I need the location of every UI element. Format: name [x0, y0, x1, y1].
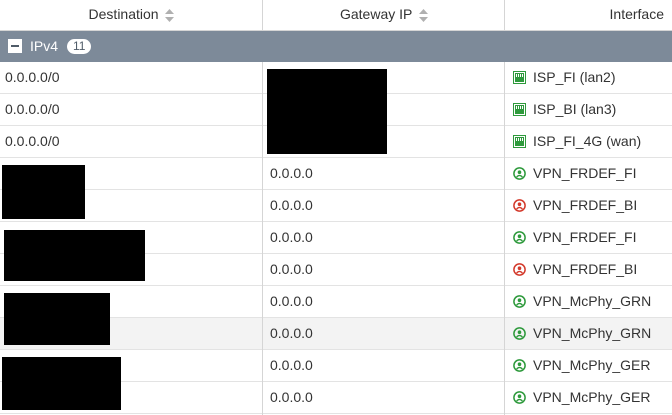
column-divider	[262, 62, 263, 415]
column-divider	[262, 0, 263, 30]
collapse-icon[interactable]	[8, 39, 22, 53]
interface-cell: VPN_McPhy_GER	[513, 382, 650, 413]
column-header-interface-label: Interface	[609, 6, 664, 22]
interface-label: VPN_McPhy_GRN	[533, 293, 652, 309]
vpn-tunnel-down-icon	[513, 262, 526, 276]
gateway-cell: 0.0.0.0	[270, 325, 313, 341]
column-header-gateway-label: Gateway IP	[339, 6, 413, 22]
interface-cell: VPN_McPhy_GRN	[513, 286, 651, 317]
destination-cell: 0.0.0.0/0	[5, 133, 60, 149]
vpn-tunnel-up-icon	[513, 166, 526, 180]
group-header-ipv4[interactable]: IPv4 11	[0, 31, 672, 62]
destination-cell: 0.0.0.0/0	[5, 69, 60, 85]
interface-label: VPN_McPhy_GRN	[533, 325, 652, 341]
vpn-tunnel-up-icon	[513, 230, 526, 244]
gateway-cell: 0.0.0.0	[270, 357, 313, 373]
interface-label: ISP_FI (lan2)	[533, 69, 616, 85]
group-name: IPv4	[30, 38, 59, 54]
interface-cell: VPN_McPhy_GER	[513, 350, 650, 381]
destination-cell: 0.0.0.0/0	[5, 101, 60, 117]
interface-cell: VPN_FRDEF_FI	[513, 222, 636, 253]
interface-cell: VPN_FRDEF_FI	[513, 158, 636, 189]
redacted-block	[4, 230, 145, 281]
interface-cell: ISP_FI_4G (wan)	[513, 126, 641, 157]
port-icon	[513, 102, 526, 116]
gateway-cell: 0.0.0.0	[270, 261, 313, 277]
redacted-block	[2, 357, 121, 410]
vpn-tunnel-up-icon	[513, 326, 526, 340]
interface-cell: VPN_FRDEF_BI	[513, 254, 637, 285]
table-row[interactable]: 0.0.0.0 VPN_FRDEF_FI	[0, 158, 672, 190]
column-header-gateway[interactable]: Gateway IP	[263, 0, 505, 30]
vpn-tunnel-up-icon	[513, 390, 526, 404]
vpn-tunnel-down-icon	[513, 198, 526, 212]
redacted-block	[4, 293, 110, 345]
interface-label: ISP_BI (lan3)	[533, 101, 617, 117]
interface-label: VPN_McPhy_GER	[533, 389, 651, 405]
interface-cell: VPN_FRDEF_BI	[513, 190, 637, 221]
gateway-cell: 0.0.0.0	[270, 165, 313, 181]
gateway-cell: 0.0.0.0	[270, 389, 313, 405]
port-icon	[513, 134, 526, 148]
redacted-block	[267, 69, 387, 154]
table-header: Destination Gateway IP Interface	[0, 0, 672, 31]
column-divider	[504, 62, 505, 415]
vpn-tunnel-up-icon	[513, 294, 526, 308]
group-count-badge: 11	[67, 39, 92, 54]
redacted-block	[2, 165, 85, 219]
column-header-destination-label: Destination	[88, 6, 159, 22]
interface-label: VPN_FRDEF_FI	[533, 229, 637, 245]
interface-cell: VPN_McPhy_GRN	[513, 318, 651, 349]
interface-cell: ISP_FI (lan2)	[513, 62, 615, 93]
column-divider	[504, 0, 505, 30]
gateway-cell: 0.0.0.0	[270, 229, 313, 245]
interface-label: VPN_FRDEF_FI	[533, 165, 637, 181]
interface-label: VPN_FRDEF_BI	[533, 261, 638, 277]
gateway-cell: 0.0.0.0	[270, 197, 313, 213]
interface-label: VPN_FRDEF_BI	[533, 197, 638, 213]
sort-icon[interactable]	[419, 8, 428, 22]
port-icon	[513, 70, 526, 84]
column-header-destination[interactable]: Destination	[0, 0, 263, 30]
interface-label: VPN_McPhy_GER	[533, 357, 651, 373]
interface-cell: ISP_BI (lan3)	[513, 94, 616, 125]
vpn-tunnel-up-icon	[513, 358, 526, 372]
sort-icon[interactable]	[165, 8, 175, 22]
column-header-interface[interactable]: Interface	[505, 0, 672, 30]
interface-label: ISP_FI_4G (wan)	[533, 133, 642, 149]
gateway-cell: 0.0.0.0	[270, 293, 313, 309]
table-row[interactable]: 0.0.0.0 VPN_FRDEF_BI	[0, 190, 672, 222]
